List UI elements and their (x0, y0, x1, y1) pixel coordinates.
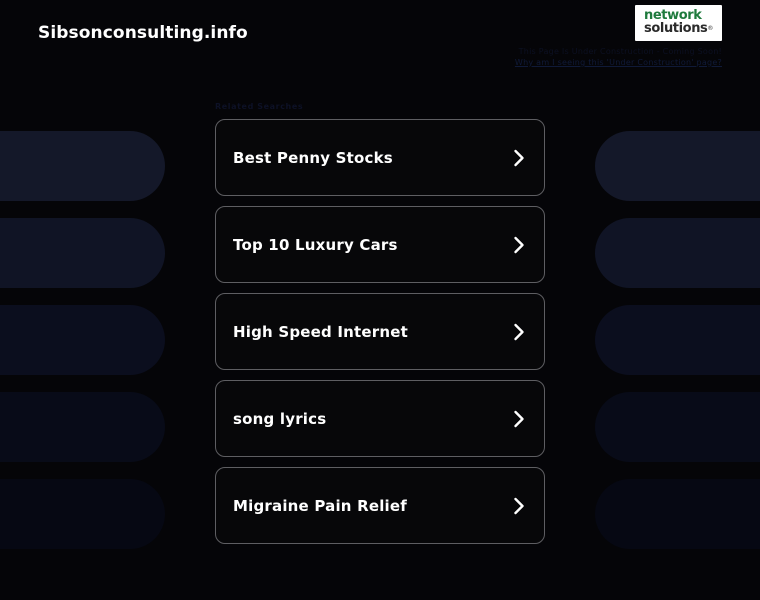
chevron-right-icon (512, 322, 526, 342)
page-title: Sibsonconsulting.info (38, 23, 248, 43)
related-search-card[interactable]: song lyrics (215, 380, 545, 457)
under-construction-message: This Page Is Under Construction - Coming… (518, 47, 722, 56)
related-searches-label: Related Searches (215, 102, 304, 111)
related-search-label: song lyrics (233, 409, 327, 428)
parked-domain-page: Sibsonconsulting.info network solutions®… (0, 0, 760, 600)
related-searches-section: Related Searches Best Penny Stocks Top 10… (215, 102, 545, 544)
related-search-card[interactable]: Top 10 Luxury Cars (215, 206, 545, 283)
network-solutions-logo: network solutions® (635, 5, 722, 41)
chevron-right-icon (512, 235, 526, 255)
why-under-construction-link[interactable]: Why am I seeing this 'Under Construction… (515, 58, 722, 67)
logo-text-solutions-word: solutions (644, 21, 708, 36)
related-search-label: Best Penny Stocks (233, 148, 393, 167)
related-search-card[interactable]: High Speed Internet (215, 293, 545, 370)
related-search-card[interactable]: Best Penny Stocks (215, 119, 545, 196)
related-search-card[interactable]: Migraine Pain Relief (215, 467, 545, 544)
related-search-label: Migraine Pain Relief (233, 496, 408, 515)
related-searches-list: Best Penny Stocks Top 10 Luxury Cars High … (215, 119, 545, 544)
logo-text-solutions: solutions® (644, 22, 713, 36)
registrar-block: network solutions® This Page Is Under Co… (515, 5, 722, 67)
chevron-right-icon (512, 409, 526, 429)
related-search-label: Top 10 Luxury Cars (233, 235, 398, 254)
chevron-right-icon (512, 496, 526, 516)
chevron-right-icon (512, 148, 526, 168)
site-header: Sibsonconsulting.info network solutions®… (0, 0, 760, 80)
registered-trademark-icon: ® (707, 25, 713, 32)
related-search-label: High Speed Internet (233, 322, 409, 341)
